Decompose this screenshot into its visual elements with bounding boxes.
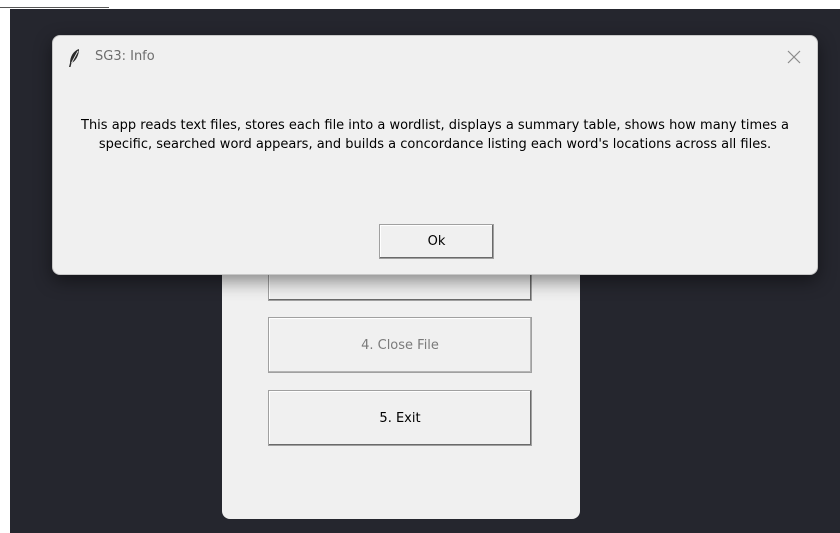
- top-rule: [0, 0, 109, 8]
- main-app-window: 4. Close File 5. Exit: [222, 269, 580, 519]
- ok-button[interactable]: Ok: [379, 224, 494, 259]
- feather-icon: [67, 48, 81, 68]
- info-dialog: SG3: Info This app reads text files, sto…: [52, 35, 818, 275]
- dialog-message: This app reads text files, stores each f…: [81, 118, 789, 152]
- dialog-title: SG3: Info: [95, 49, 155, 64]
- dialog-titlebar[interactable]: SG3: Info: [53, 36, 817, 78]
- close-icon[interactable]: [781, 44, 807, 70]
- exit-button[interactable]: 5. Exit: [268, 390, 532, 446]
- close-file-button[interactable]: 4. Close File: [268, 317, 532, 373]
